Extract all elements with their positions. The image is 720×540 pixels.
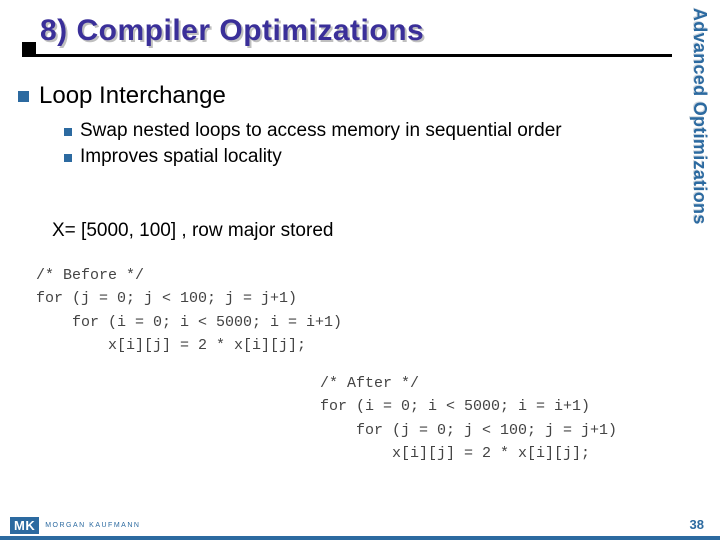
bullet-block: Loop Interchange Swap nested loops to ac… xyxy=(18,82,658,172)
logo-mark: MK xyxy=(10,517,39,534)
bullet-level-2: Swap nested loops to access memory in se… xyxy=(64,120,658,142)
bullet-level-2: Improves spatial locality xyxy=(64,146,658,168)
slide-title-block: 8) Compiler Optimizations xyxy=(22,14,424,48)
title-accent-block xyxy=(22,42,36,54)
code-after: /* After */ for (i = 0; i < 5000; i = i+… xyxy=(320,372,617,465)
bullet-sub-text: Improves spatial locality xyxy=(80,146,282,168)
publisher-logo: MK Morgan Kaufmann xyxy=(10,517,140,534)
bullet-main-text: Loop Interchange xyxy=(39,82,226,110)
logo-text: Morgan Kaufmann xyxy=(45,522,140,529)
title-underline xyxy=(22,54,672,57)
square-bullet-icon xyxy=(64,128,72,136)
bullet-sub-text: Swap nested loops to access memory in se… xyxy=(80,120,562,142)
array-note: X= [5000, 100] , row major stored xyxy=(52,220,333,242)
square-bullet-icon xyxy=(64,154,72,162)
code-before: /* Before */ for (j = 0; j < 100; j = j+… xyxy=(36,264,342,357)
footer-bar xyxy=(0,536,720,540)
page-number: 38 xyxy=(690,517,704,532)
slide-footer: MK Morgan Kaufmann 38 xyxy=(0,514,720,540)
square-bullet-icon xyxy=(18,91,29,102)
bullet-level-1: Loop Interchange xyxy=(18,82,658,110)
slide-title: 8) Compiler Optimizations xyxy=(22,14,424,48)
section-side-label: Advanced Optimizations xyxy=(689,8,710,225)
